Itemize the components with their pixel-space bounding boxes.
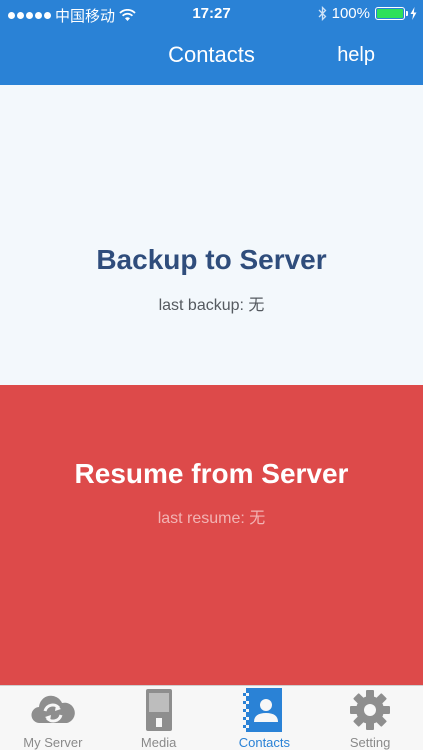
- battery-percent: 100%: [331, 5, 370, 22]
- tab-label-my-server: My Server: [23, 735, 83, 750]
- help-button[interactable]: help: [337, 44, 375, 67]
- charging-bolt-icon: [410, 7, 417, 20]
- bluetooth-icon: [318, 6, 327, 21]
- tab-label-setting: Setting: [349, 735, 391, 750]
- cloud-sync-icon: [29, 688, 77, 732]
- backup-to-server-button[interactable]: Backup to Server last backup: 无: [0, 85, 423, 385]
- media-player-icon: [135, 688, 183, 732]
- tab-label-contacts: Contacts: [238, 735, 291, 750]
- status-bar: 中国移动 17:27 100%: [0, 0, 423, 28]
- backup-title: Backup to Server: [96, 244, 327, 275]
- tab-bar: My Server Media Contacts Setting: [0, 685, 423, 750]
- tab-contacts[interactable]: Contacts: [212, 686, 318, 750]
- contacts-book-icon: [240, 688, 288, 732]
- last-backup-label: last backup: 无: [158, 297, 265, 314]
- tab-label-media: Media: [140, 735, 177, 750]
- tab-my-server[interactable]: My Server: [0, 686, 106, 750]
- top-bar: 中国移动 17:27 100% Contacts help: [0, 0, 423, 85]
- tab-media[interactable]: Media: [106, 686, 212, 750]
- tab-setting[interactable]: Setting: [317, 686, 423, 750]
- battery-icon: [375, 7, 408, 20]
- status-right: 100%: [318, 5, 417, 22]
- resume-title: Resume from Server: [74, 458, 349, 489]
- gear-icon: [346, 688, 394, 732]
- resume-from-server-button[interactable]: Resume from Server last resume: 无: [0, 385, 423, 685]
- last-resume-label: last resume: 无: [157, 510, 266, 527]
